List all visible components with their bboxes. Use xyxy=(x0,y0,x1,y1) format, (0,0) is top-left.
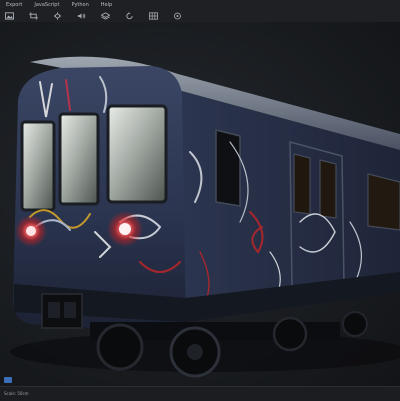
menu-bar: Export JavaScript Python Help xyxy=(0,0,118,10)
wheel-1-hub xyxy=(187,344,203,360)
side-door-window-1 xyxy=(293,153,311,215)
menu-item-help[interactable]: Help xyxy=(95,0,118,10)
headlight-right xyxy=(119,223,131,235)
menu-item-javascript[interactable]: JavaScript xyxy=(28,0,65,10)
side-window-1 xyxy=(215,129,241,207)
front-window-right xyxy=(106,104,168,204)
image-icon[interactable] xyxy=(4,12,14,21)
status-bar: Scale: 50cm xyxy=(0,377,400,401)
menu-item-export[interactable]: Export xyxy=(0,0,28,10)
menu-item-python[interactable]: Python xyxy=(65,0,94,10)
wheel-3 xyxy=(272,316,308,352)
status-indicator-icon xyxy=(4,377,12,383)
coupler-detail-1 xyxy=(48,302,60,318)
audio-icon[interactable] xyxy=(76,12,86,21)
grid-icon[interactable] xyxy=(148,12,158,21)
coupler-detail-2 xyxy=(64,302,76,318)
target-icon[interactable] xyxy=(172,12,182,21)
3d-viewport[interactable] xyxy=(0,22,400,386)
side-window-2 xyxy=(367,173,400,231)
wheel-4 xyxy=(342,311,368,337)
layers-icon[interactable] xyxy=(100,12,110,21)
rotate-icon[interactable] xyxy=(124,12,134,21)
front-window-center xyxy=(58,112,100,206)
status-text: Scale: 50cm xyxy=(4,391,29,396)
headlight-left xyxy=(26,226,36,236)
settings-icon[interactable] xyxy=(52,12,62,21)
subway-car-model xyxy=(10,56,400,378)
toolbar xyxy=(0,10,182,22)
top-bar: Export JavaScript Python Help xyxy=(0,0,400,23)
front-window-left xyxy=(20,120,56,212)
crop-icon[interactable] xyxy=(28,12,38,21)
wheel-2 xyxy=(96,323,144,371)
side-door-window-2 xyxy=(319,159,337,219)
